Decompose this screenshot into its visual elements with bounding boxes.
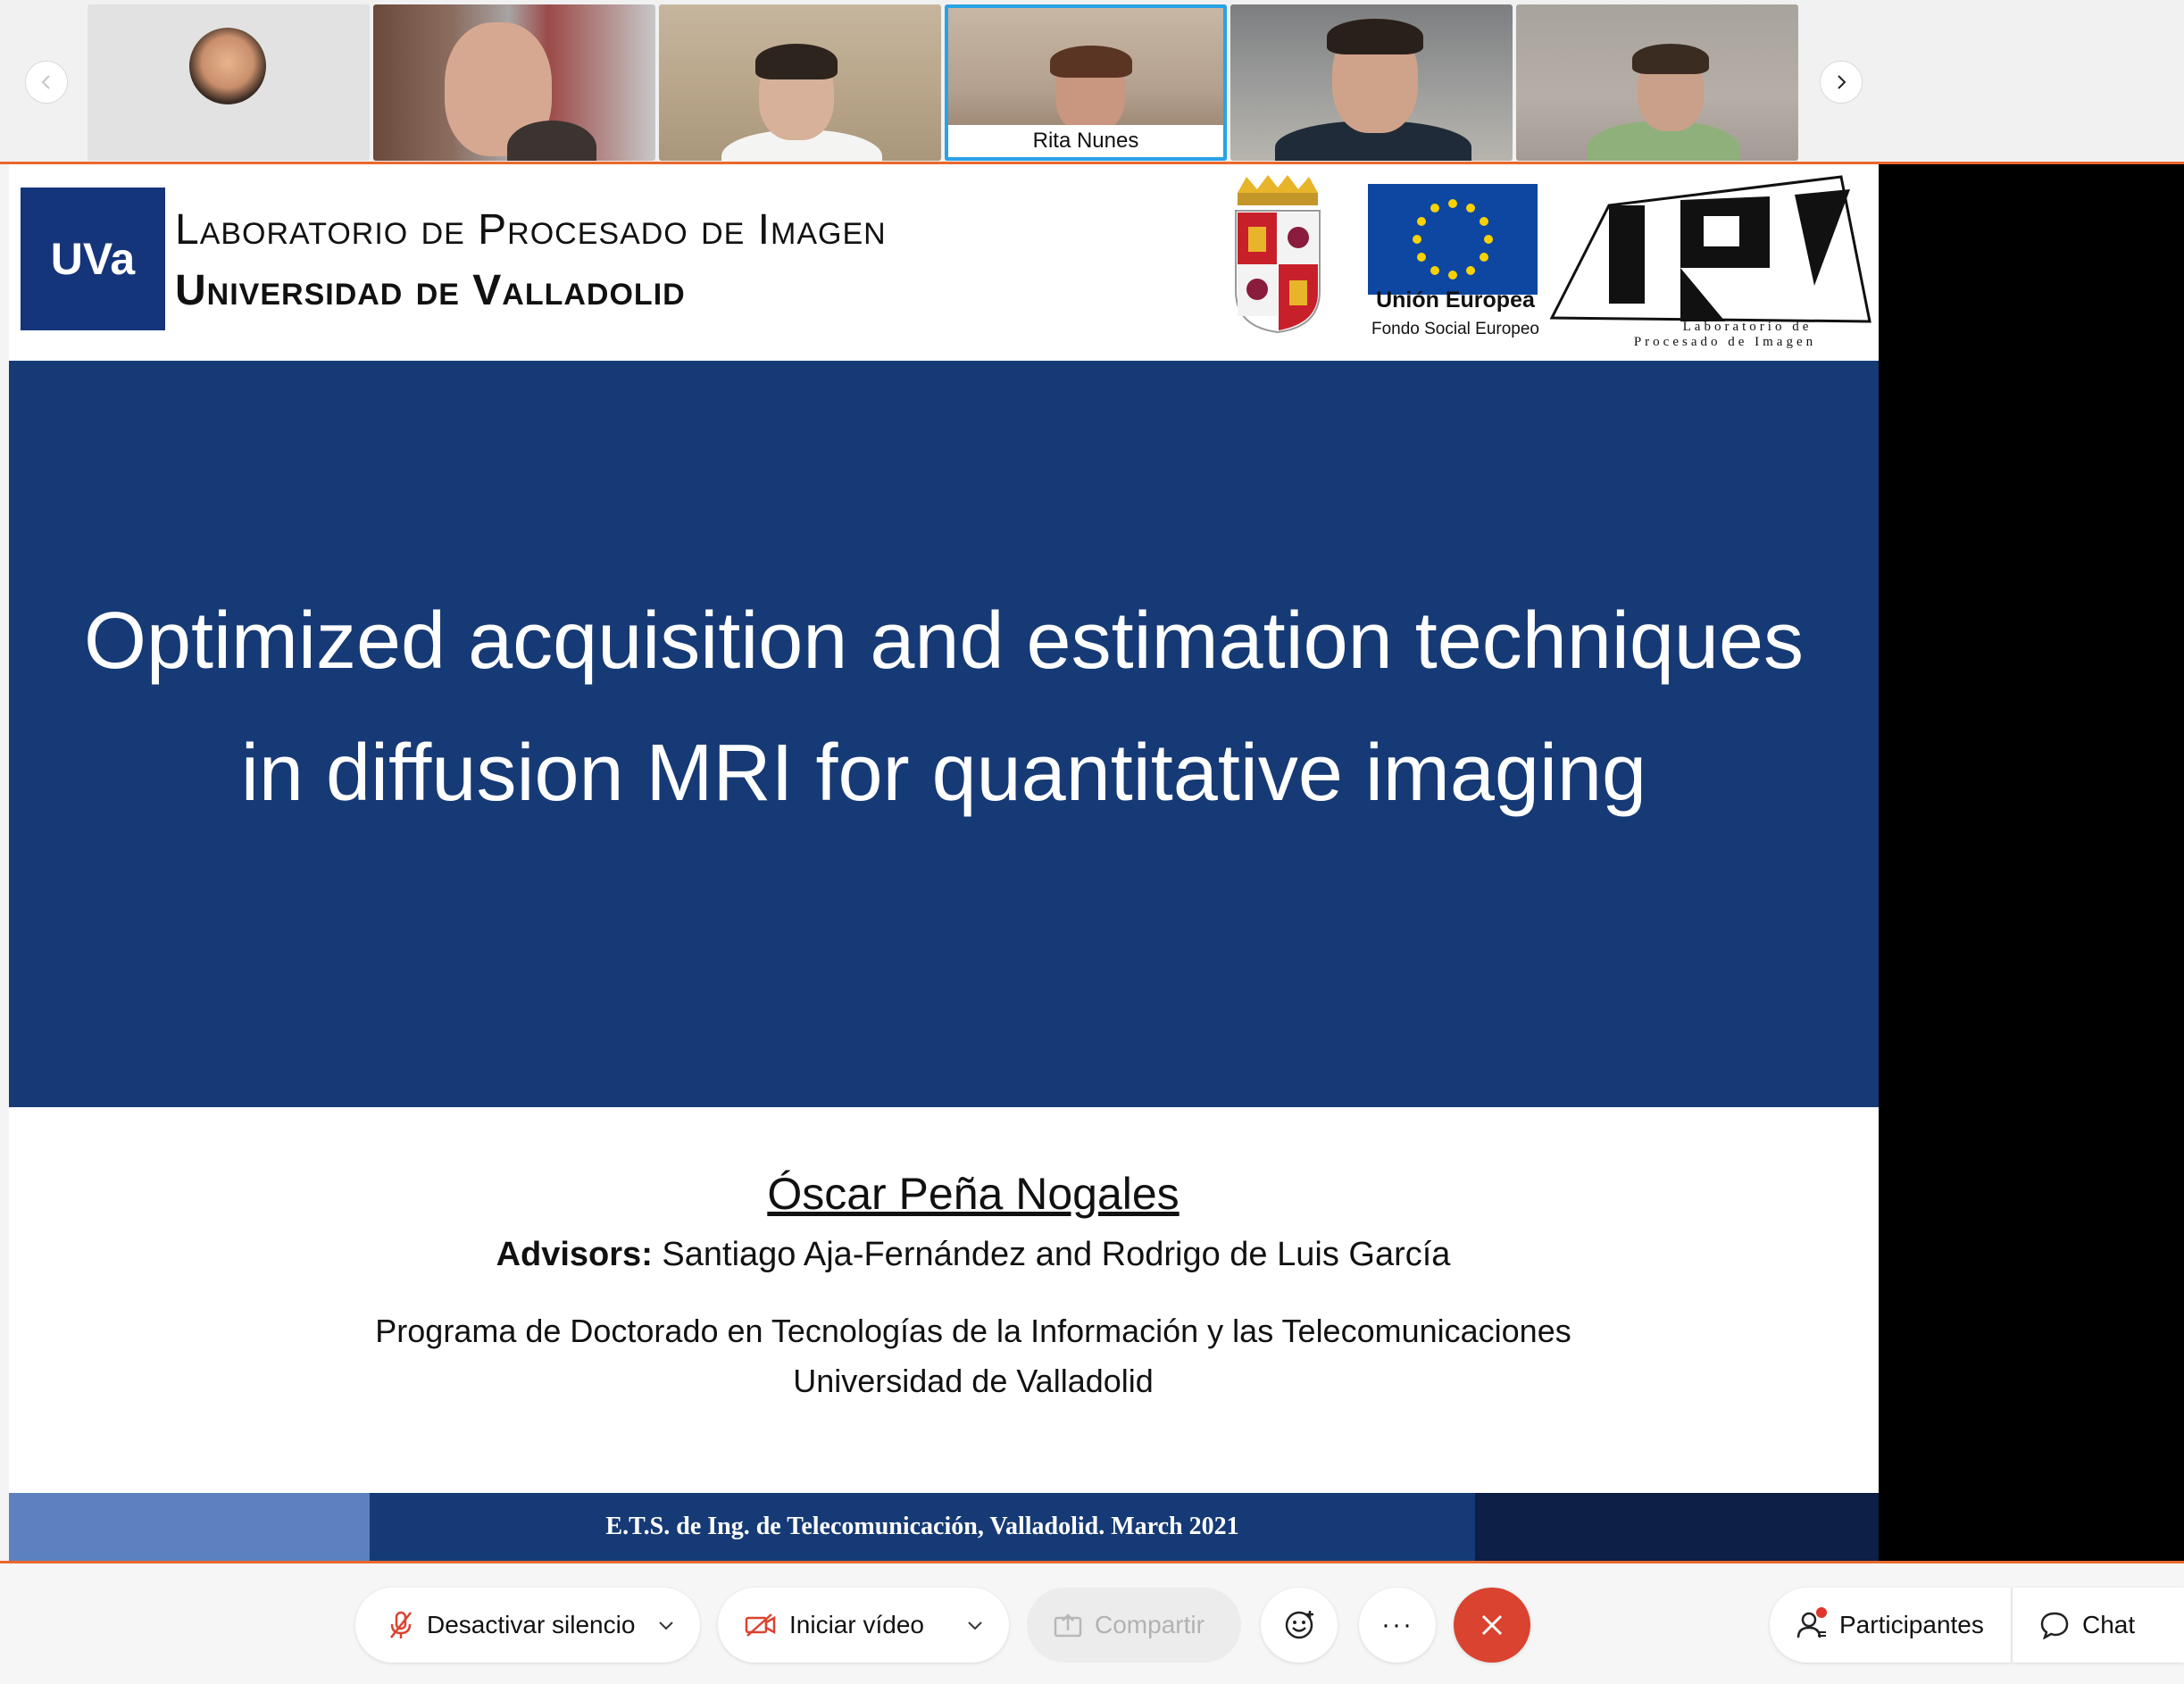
university-line: Universidad de Valladolid (793, 1363, 1154, 1399)
slide-header: UVa Laboratorio de Procesado de Imagen U… (9, 164, 1879, 361)
unmute-label: Desactivar silencio (427, 1611, 636, 1638)
video-off-icon (745, 1613, 777, 1638)
coat-of-arms-logo (1235, 175, 1321, 334)
uva-logo: UVa (21, 188, 165, 330)
close-icon (1480, 1613, 1505, 1638)
eu-flag-logo (1368, 184, 1538, 295)
advisors-label: Advisors: (496, 1236, 653, 1273)
chat-label: Chat (2082, 1611, 2136, 1638)
share-label: Compartir (1095, 1611, 1205, 1638)
avatar (189, 28, 266, 104)
participant-name-label: Rita Nunes (948, 125, 1223, 157)
toolbar-separator (2011, 1588, 2013, 1663)
participants-button[interactable]: Participantes (1770, 1588, 2011, 1663)
participant-tile[interactable] (1516, 4, 1798, 161)
chevron-right-icon[interactable] (1820, 61, 1863, 104)
participant-tile[interactable] (373, 4, 655, 161)
share-button[interactable]: Compartir (1027, 1588, 1241, 1663)
shared-screen-slide: UVa Laboratorio de Procesado de Imagen U… (9, 164, 1879, 1561)
start-video-label: Iniciar vídeo (789, 1611, 924, 1638)
advisors-line: Advisors: Santiago Aja-Fernández and Rod… (9, 1236, 1879, 1274)
meeting-toolbar: Desactivar silencio Iniciar vídeo Compar… (0, 1563, 2184, 1684)
eu-title: Unión Europea (1376, 288, 1535, 313)
chevron-down-icon[interactable] (967, 1613, 983, 1637)
screen-share-margin (1879, 164, 2184, 1561)
program-name: Programa de Doctorado en Tecnologías de … (375, 1313, 1571, 1349)
participants-label: Participantes (1839, 1611, 1984, 1638)
svg-text:Laboratorio de: Laboratorio de (1683, 320, 1813, 334)
eu-subtitle: Fondo Social Europeo (1371, 320, 1539, 338)
slide-footer: E.T.S. de Ing. de Telecomunicación, Vall… (370, 1493, 1475, 1561)
participant-tile[interactable] (1230, 4, 1513, 161)
participant-tile[interactable] (659, 4, 941, 161)
advisors-names: Santiago Aja-Fernández and Rodrigo de Lu… (662, 1236, 1451, 1273)
lpi-logo: Laboratorio de Procesado de Imagen (1549, 175, 1871, 348)
start-video-button[interactable]: Iniciar vídeo (718, 1588, 1009, 1663)
footer-right-band (1475, 1493, 1879, 1561)
svg-text:Procesado de Imagen: Procesado de Imagen (1634, 335, 1816, 348)
participant-tile[interactable] (88, 4, 370, 161)
share-screen-icon (1054, 1613, 1082, 1638)
participant-tile-active[interactable]: Rita Nunes (945, 4, 1227, 161)
microphone-muted-icon (388, 1610, 414, 1640)
university-name: Universidad de Valladolid (175, 267, 686, 314)
leave-meeting-button[interactable] (1454, 1588, 1530, 1663)
chevron-down-icon[interactable] (658, 1613, 674, 1637)
footer-left-band (9, 1493, 370, 1561)
author-name: Óscar Peña Nogales (767, 1169, 1180, 1219)
chat-button[interactable]: Chat (2013, 1588, 2184, 1663)
reactions-button[interactable] (1261, 1588, 1338, 1663)
participant-strip: Rita Nunes (0, 0, 2184, 162)
chat-bubble-icon (2039, 1611, 2070, 1639)
lab-name: Laboratorio de Procesado de Imagen (175, 206, 887, 254)
author-area (9, 1107, 1879, 1493)
chevron-left-icon[interactable] (25, 61, 68, 104)
more-options-button[interactable]: ··· (1359, 1588, 1436, 1663)
unmute-button[interactable]: Desactivar silencio (355, 1588, 700, 1663)
smiley-icon (1283, 1609, 1315, 1641)
more-icon: ··· (1381, 1610, 1413, 1639)
notification-dot (1816, 1607, 1827, 1618)
slide-title: Optimized acquisition and estimation tec… (83, 596, 1805, 818)
participants-icon (1796, 1607, 1827, 1639)
